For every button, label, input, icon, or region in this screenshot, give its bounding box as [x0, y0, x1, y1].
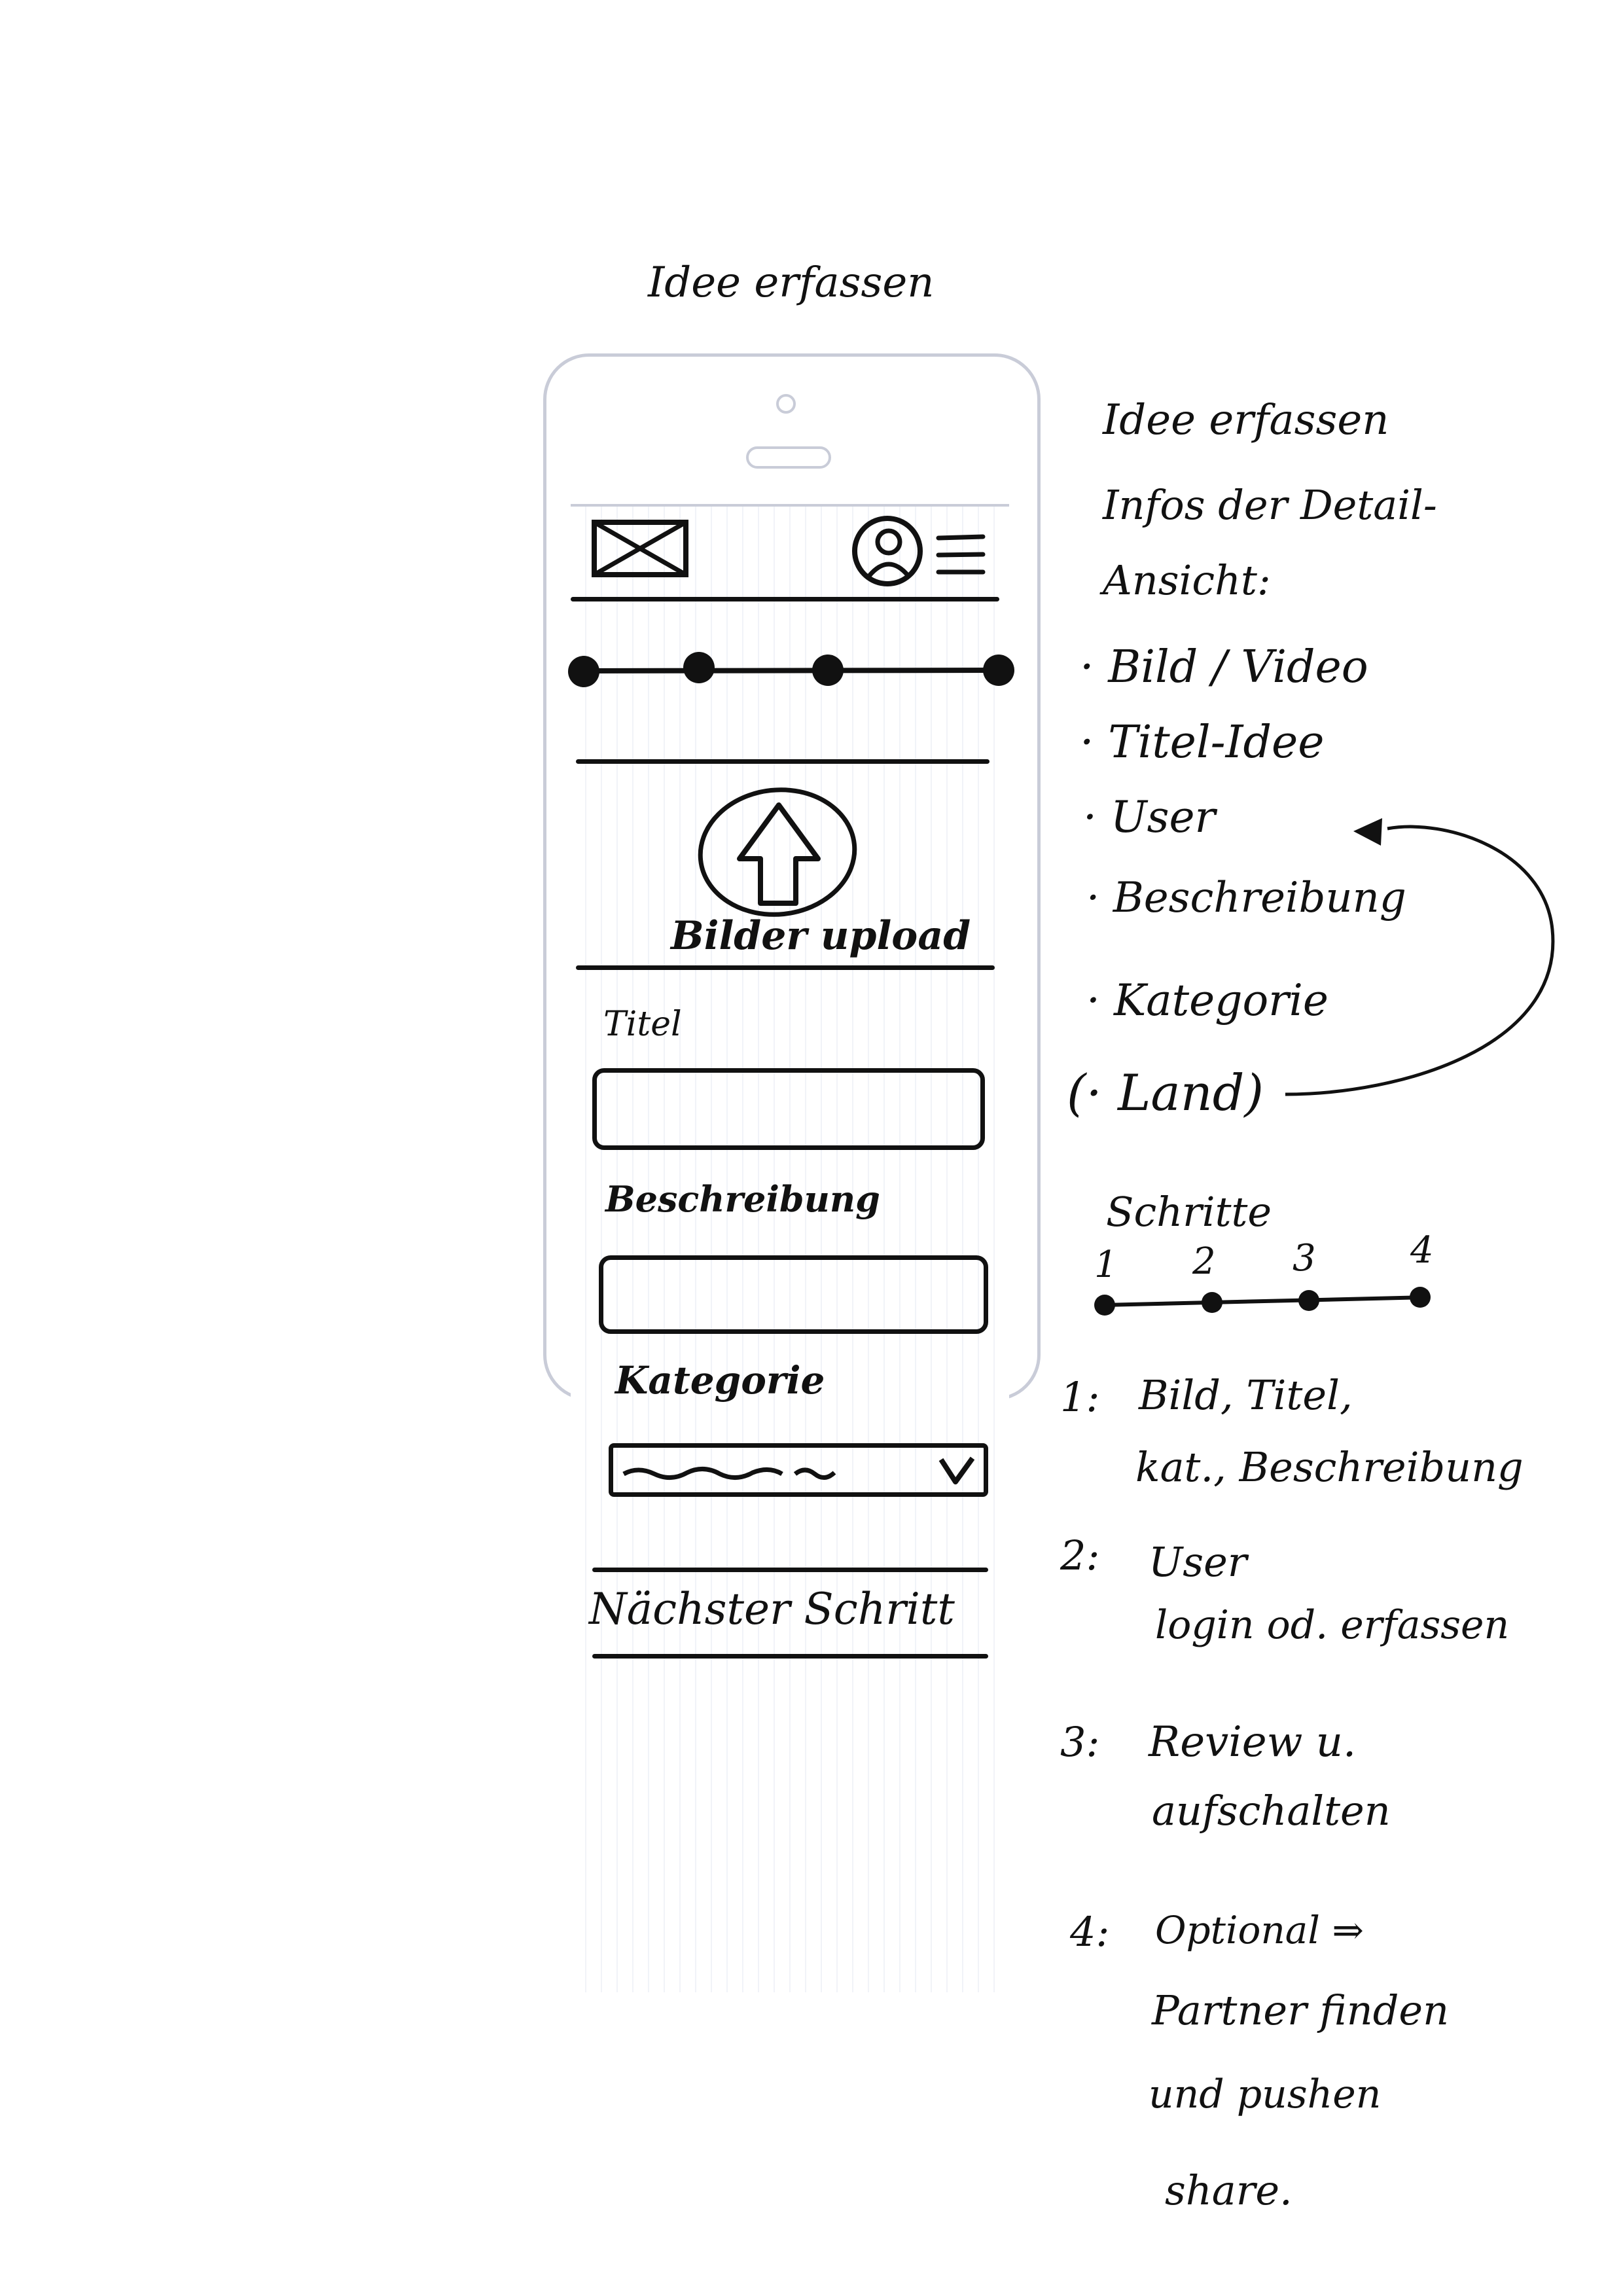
phone-speaker — [746, 446, 831, 469]
step-2-line-1: User — [1149, 1538, 1247, 1586]
upload-arrow-icon[interactable] — [687, 779, 870, 929]
step-indicator — [568, 652, 1014, 687]
step-dot-4 — [983, 655, 1014, 686]
chevron-down-icon[interactable] — [937, 1454, 976, 1487]
steps-line — [1094, 1287, 1431, 1316]
notes-heading-3: Ansicht: — [1103, 556, 1271, 604]
step-1-line-1: Bild, Titel, — [1139, 1371, 1353, 1419]
steps-dot-4 — [1410, 1287, 1431, 1308]
next-step-button[interactable]: Nächster Schritt — [589, 1584, 955, 1634]
step-1-number: 1: — [1060, 1373, 1100, 1421]
steps-dot-1 — [1094, 1295, 1115, 1316]
steps-dot-2 — [1202, 1292, 1222, 1313]
upload-divider — [576, 965, 995, 970]
phone-camera — [776, 394, 796, 414]
step-dot-2 — [683, 652, 715, 683]
stepper-divider — [576, 759, 990, 764]
notes-heading-2: Infos der Detail- — [1103, 481, 1437, 529]
step-dot-3 — [812, 655, 844, 686]
steps-title: Schritte — [1106, 1188, 1272, 1236]
steps-number-3: 3 — [1293, 1237, 1316, 1280]
step-2-line-2: login od. erfassen — [1155, 1602, 1510, 1648]
note-item-user: · User — [1083, 792, 1216, 842]
note-item-bild-video: · Bild / Video — [1080, 641, 1368, 693]
upload-label[interactable]: Bilder upload — [671, 913, 971, 959]
button-bottom-divider — [592, 1654, 988, 1659]
step-2-number: 2: — [1060, 1532, 1100, 1579]
step-4-line-4: share. — [1165, 2166, 1293, 2214]
user-icon[interactable] — [849, 512, 928, 590]
steps-dot-3 — [1298, 1290, 1319, 1311]
phone-screen — [571, 504, 1009, 1992]
header-divider — [571, 597, 999, 601]
category-label: Kategorie — [615, 1358, 825, 1403]
steps-number-4: 4 — [1410, 1229, 1434, 1272]
description-input[interactable] — [599, 1255, 988, 1334]
notes-heading-1: Idee erfassen — [1103, 396, 1389, 444]
sketch-title: Idee erfassen — [648, 259, 935, 307]
menu-icon[interactable] — [935, 530, 987, 583]
step-4-line-1: Optional ⇒ — [1155, 1908, 1364, 1952]
note-item-titel-idee: · Titel-Idee — [1080, 717, 1325, 768]
title-input[interactable] — [592, 1068, 985, 1150]
step-3-line-1: Review u. — [1149, 1718, 1357, 1767]
button-top-divider — [592, 1568, 988, 1572]
dropdown-placeholder-scribble — [622, 1467, 836, 1480]
step-3-number: 3: — [1060, 1718, 1100, 1766]
step-4-line-2: Partner finden — [1152, 1986, 1450, 2034]
note-item-land: (· Land) — [1067, 1064, 1264, 1122]
step-4-number: 4: — [1070, 1908, 1110, 1956]
step-dot-1 — [568, 656, 599, 687]
title-label: Titel — [603, 1005, 682, 1044]
curved-arrow-icon — [1285, 818, 1555, 1096]
step-4-line-3: und pushen — [1149, 2072, 1382, 2117]
description-label: Beschreibung — [605, 1178, 880, 1220]
image-placeholder-icon — [592, 520, 688, 577]
step-3-line-2: aufschalten — [1152, 1787, 1391, 1835]
step-1-line-2: kat., Beschreibung — [1135, 1443, 1524, 1491]
